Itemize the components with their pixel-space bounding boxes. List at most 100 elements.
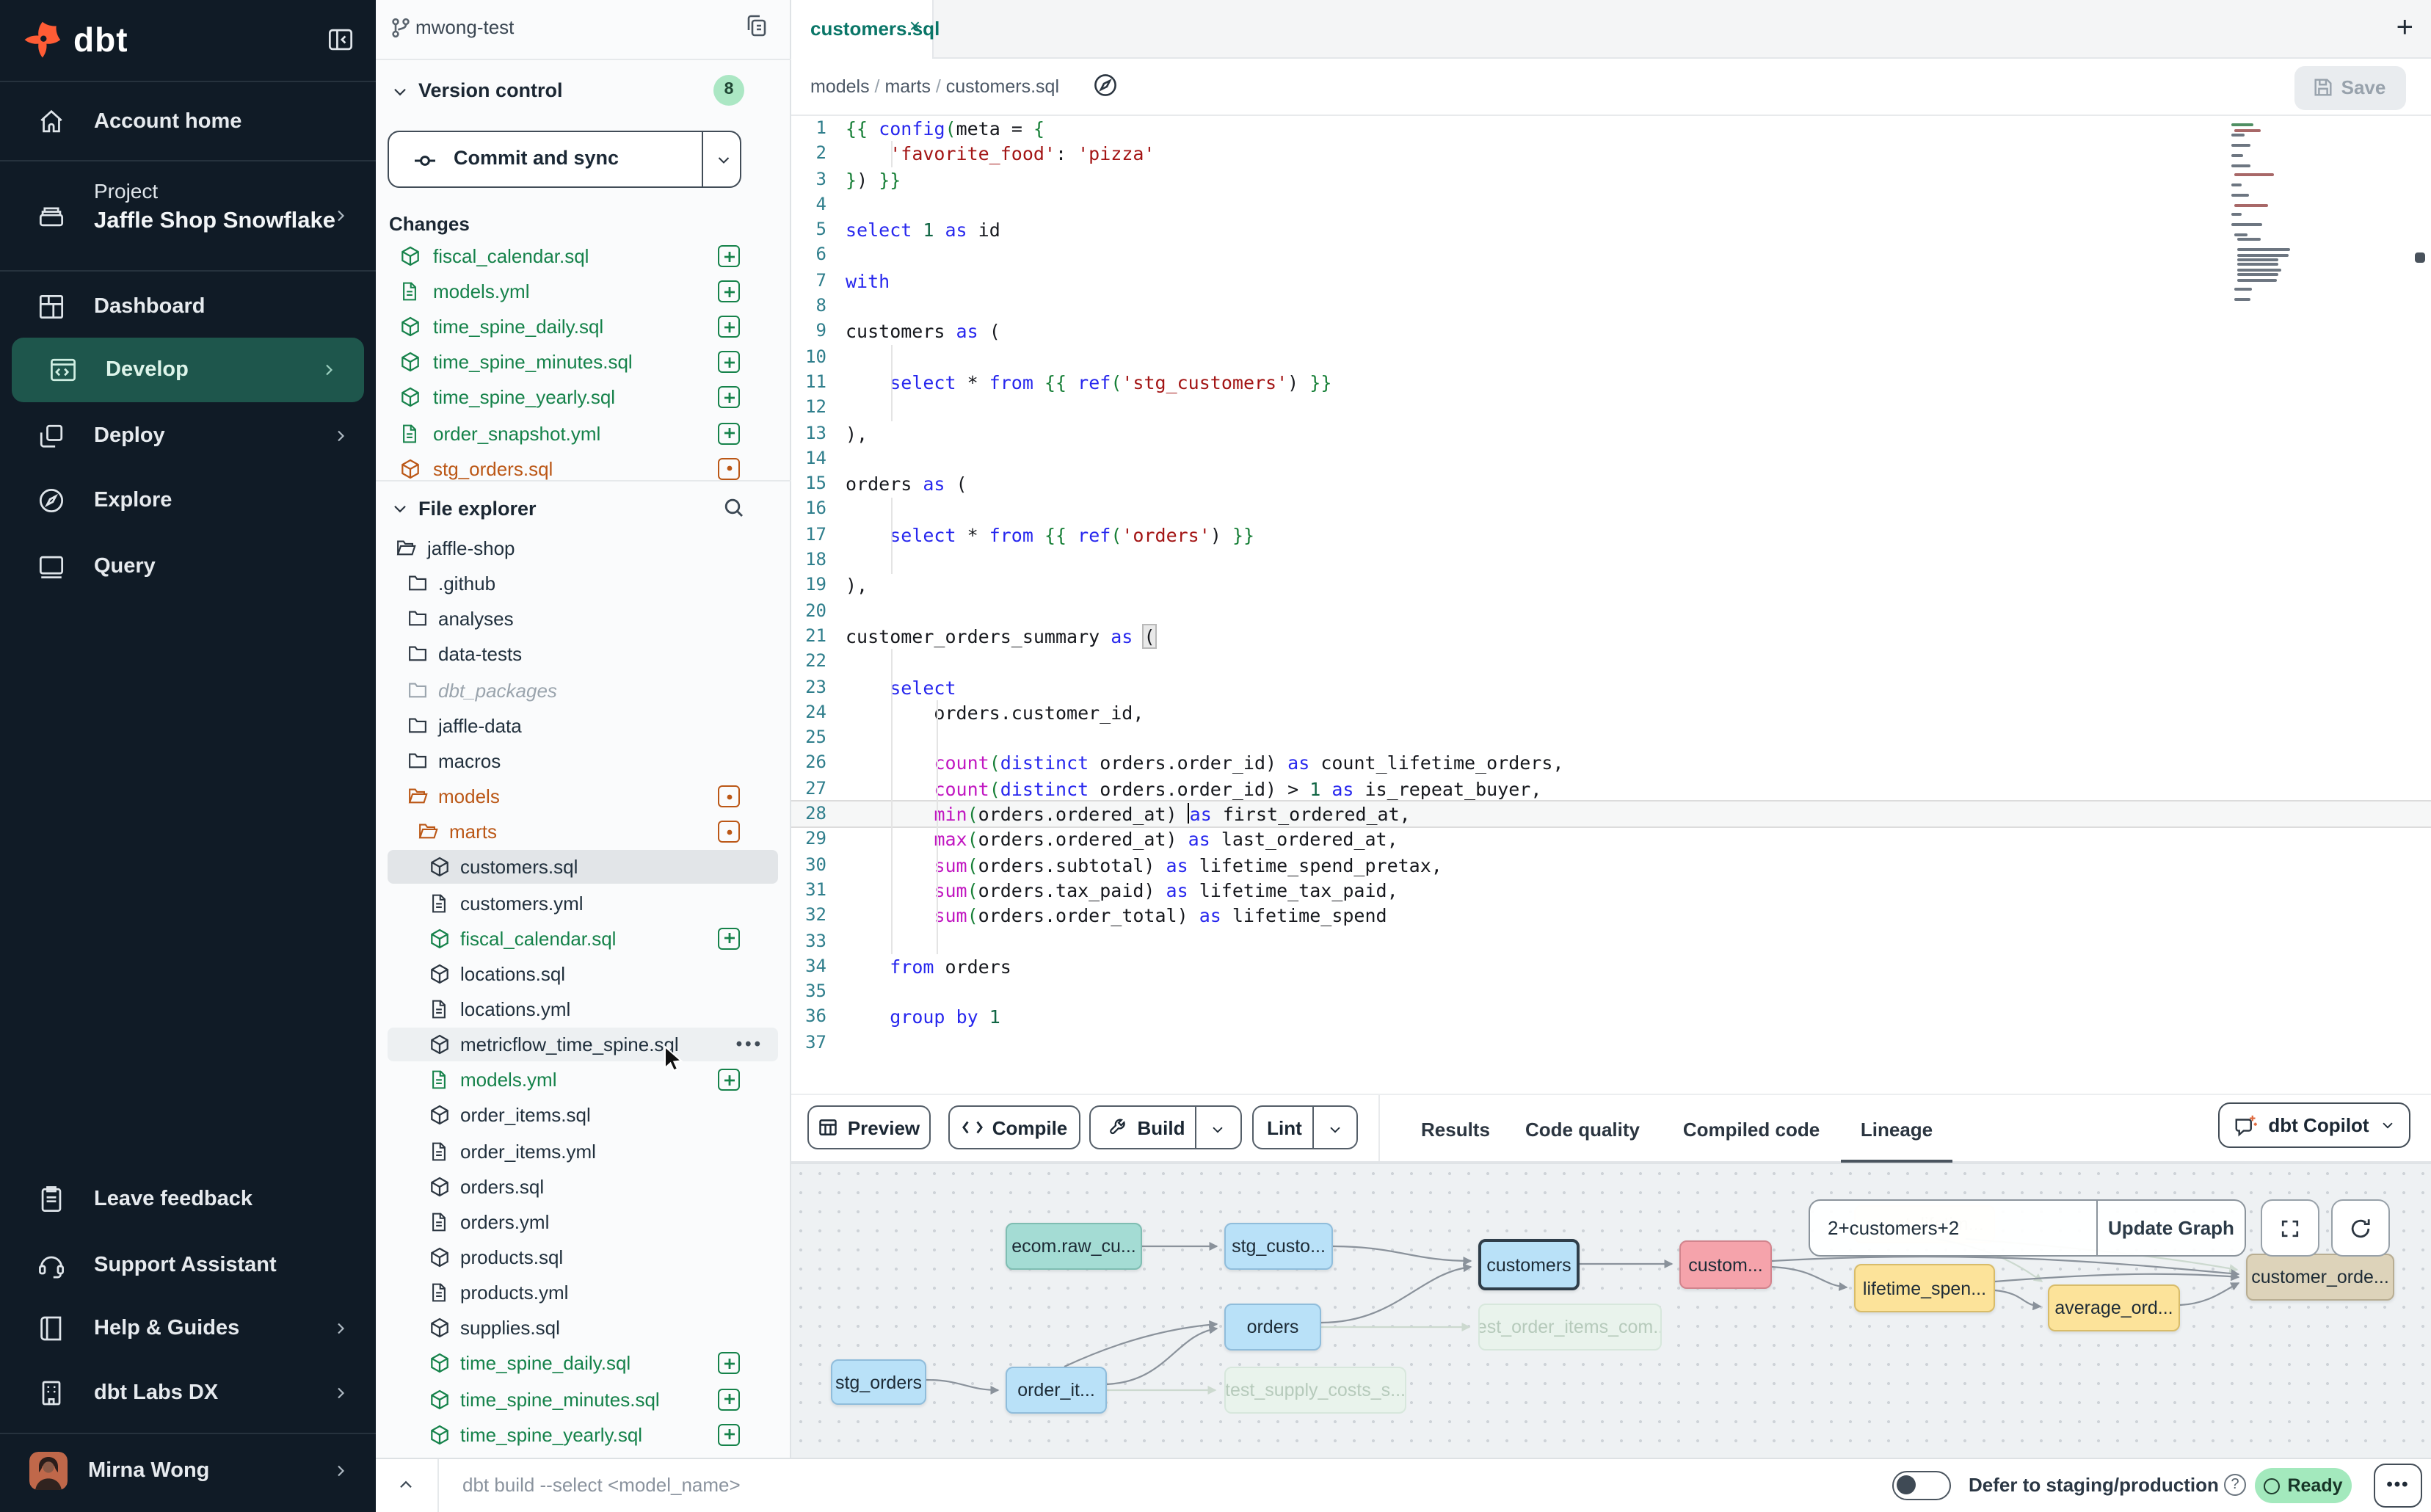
refresh-button[interactable] (2331, 1199, 2390, 1257)
change-row[interactable]: time_spine_daily.sql (388, 310, 778, 344)
tree-item-jaffle-shop[interactable]: jaffle-shop (388, 531, 778, 565)
sidebar-item-deploy[interactable]: Deploy (0, 404, 376, 468)
change-row[interactable]: time_spine_yearly.sql (388, 381, 778, 415)
lineage-canvas[interactable]: ecom.raw_cu...stg_custo...customersorder… (791, 1163, 2431, 1458)
tree-item-macros[interactable]: macros (388, 744, 778, 778)
stage-plus-button[interactable] (718, 387, 740, 409)
sidebar-item-explore[interactable]: Explore (0, 468, 376, 533)
code-line-37[interactable]: 37 (791, 1030, 2431, 1055)
dbt-copilot-button[interactable]: dbt Copilot (2218, 1102, 2410, 1148)
code-line-5[interactable]: 5select 1 as id (791, 217, 2431, 243)
code-line-13[interactable]: 13), (791, 421, 2431, 446)
code-line-30[interactable]: 30 sum(orders.subtotal) as lifetime_spen… (791, 852, 2431, 878)
chevron-up-icon[interactable] (396, 1475, 415, 1494)
help-icon[interactable]: ? (2224, 1474, 2246, 1496)
row-menu-button[interactable]: ••• (736, 1033, 763, 1054)
code-line-18[interactable]: 18 (791, 548, 2431, 573)
tree-item-metricflow_time_spine.sql[interactable]: metricflow_time_spine.sql••• (388, 1028, 778, 1061)
tree-item-fiscal_calendar.sql[interactable]: fiscal_calendar.sql (388, 921, 778, 955)
chevron-down-icon[interactable] (715, 151, 733, 169)
tree-item-.github[interactable]: .github (388, 567, 778, 600)
sidebar-item-query[interactable]: Query (0, 534, 376, 599)
code-line-17[interactable]: 17 select * from {{ ref('orders') }} (791, 523, 2431, 548)
lineage-node-average-order[interactable]: average_ord... (2048, 1284, 2180, 1331)
save-button[interactable]: Save (2294, 66, 2406, 110)
code-line-28[interactable]: 28 min(orders.ordered_at) as first_order… (791, 802, 2431, 827)
code-line-20[interactable]: 20 (791, 598, 2431, 624)
copy-icon[interactable] (744, 13, 769, 38)
tree-item-customers.sql[interactable]: customers.sql (388, 851, 778, 884)
tree-item-time_spine_minutes.sql[interactable]: time_spine_minutes.sql (388, 1382, 778, 1416)
tree-item-customers.yml[interactable]: customers.yml (388, 886, 778, 920)
fullscreen-button[interactable] (2261, 1199, 2319, 1257)
update-graph-button[interactable]: Update Graph (2098, 1217, 2245, 1239)
tab-customers-sql[interactable]: customers.sql × (791, 0, 934, 59)
tree-item-orders.sql[interactable]: orders.sql (388, 1169, 778, 1203)
tree-item-data-tests[interactable]: data-tests (388, 638, 778, 672)
lineage-node-customers-sem[interactable]: custom... (1679, 1240, 1772, 1289)
code-line-1[interactable]: 1{{ config(meta = { (791, 116, 2431, 142)
code-line-26[interactable]: 26 count(distinct orders.order_id) as co… (791, 751, 2431, 777)
breadcrumb-segment[interactable]: models (810, 76, 870, 97)
lineage-node-order-items[interactable]: order_it... (1006, 1367, 1107, 1414)
tab-lineage[interactable]: Lineage (1858, 1095, 1935, 1164)
chevron-down-icon[interactable] (390, 499, 410, 518)
lineage-node-lifetime-spend[interactable]: lifetime_spen... (1854, 1264, 1995, 1312)
code-line-24[interactable]: 24 orders.customer_id, (791, 700, 2431, 726)
tree-item-models[interactable]: models (388, 779, 778, 813)
code-line-6[interactable]: 6 (791, 243, 2431, 269)
code-line-2[interactable]: 2 'favorite_food': 'pizza' (791, 142, 2431, 167)
code-line-27[interactable]: 27 count(distinct orders.order_id) > 1 a… (791, 776, 2431, 802)
chevron-down-icon[interactable] (1210, 1122, 1226, 1138)
lineage-node-orders[interactable]: orders (1224, 1304, 1321, 1351)
branch-name[interactable]: mwong-test (415, 16, 514, 38)
tree-item-order_items.yml[interactable]: order_items.yml (388, 1134, 778, 1168)
code-line-10[interactable]: 10 (791, 344, 2431, 370)
code-line-23[interactable]: 23 select (791, 675, 2431, 700)
code-line-3[interactable]: 3}) }} (791, 167, 2431, 192)
code-line-32[interactable]: 32 sum(orders.order_total) as lifetime_s… (791, 903, 2431, 928)
code-line-33[interactable]: 33 (791, 928, 2431, 954)
tree-item-orders.yml[interactable]: orders.yml (388, 1205, 778, 1239)
tree-item-time_spine_yearly.sql[interactable]: time_spine_yearly.sql (388, 1418, 778, 1452)
stage-plus-button[interactable] (718, 1353, 740, 1375)
breadcrumb-segment[interactable]: customers.sql (946, 76, 1059, 97)
tab-results[interactable]: Results (1421, 1095, 1483, 1164)
compile-button[interactable]: Compile (948, 1105, 1080, 1149)
tree-item-dbt_packages[interactable]: dbt_packages (388, 673, 778, 707)
tab-compiled-code[interactable]: Compiled code (1682, 1095, 1820, 1164)
tree-item-models.yml[interactable]: models.yml (388, 1064, 778, 1097)
code-line-31[interactable]: 31 sum(orders.tax_paid) as lifetime_tax_… (791, 878, 2431, 904)
sidebar-item-help-guides[interactable]: Help & Guides (0, 1296, 376, 1361)
tree-item-products.yml[interactable]: products.yml (388, 1276, 778, 1309)
tree-item-order_items.sql[interactable]: order_items.sql (388, 1099, 778, 1133)
code-line-36[interactable]: 36 group by 1 (791, 1005, 2431, 1031)
stage-plus-button[interactable] (718, 422, 740, 444)
command-input[interactable] (459, 1472, 1193, 1497)
lineage-node-customers[interactable]: customers (1478, 1239, 1580, 1290)
lineage-node-customer-orders-export[interactable]: customer_orde... (2246, 1254, 2394, 1301)
sidebar-collapse-icon[interactable] (324, 23, 357, 56)
code-line-12[interactable]: 12 (791, 396, 2431, 421)
code-line-22[interactable]: 22 (791, 649, 2431, 675)
change-row[interactable]: models.yml (388, 275, 778, 308)
change-row[interactable]: stg_orders.sql (388, 451, 778, 480)
stage-plus-button[interactable] (718, 316, 740, 338)
stage-plus-button[interactable] (718, 1424, 740, 1446)
code-line-15[interactable]: 15orders as ( (791, 471, 2431, 497)
code-line-16[interactable]: 16 (791, 497, 2431, 523)
sidebar-item-dbt-labs-dx[interactable]: dbt Labs DX (0, 1361, 376, 1425)
code-line-4[interactable]: 4 (791, 192, 2431, 218)
scrollbar-thumb[interactable] (2415, 252, 2425, 263)
chevron-down-icon[interactable] (390, 82, 410, 101)
tree-item-products.sql[interactable]: products.sql (388, 1240, 778, 1274)
stage-plus-button[interactable] (718, 352, 740, 374)
code-line-25[interactable]: 25 (791, 725, 2431, 751)
stage-plus-button[interactable] (718, 245, 740, 267)
stage-plus-button[interactable] (718, 927, 740, 949)
lint-button[interactable]: Lint (1252, 1105, 1358, 1149)
defer-toggle[interactable] (1892, 1471, 1951, 1500)
commit-and-sync-button[interactable]: Commit and sync (388, 131, 741, 188)
modified-dot-badge[interactable] (718, 457, 740, 479)
tree-item-locations.yml[interactable]: locations.yml (388, 992, 778, 1026)
